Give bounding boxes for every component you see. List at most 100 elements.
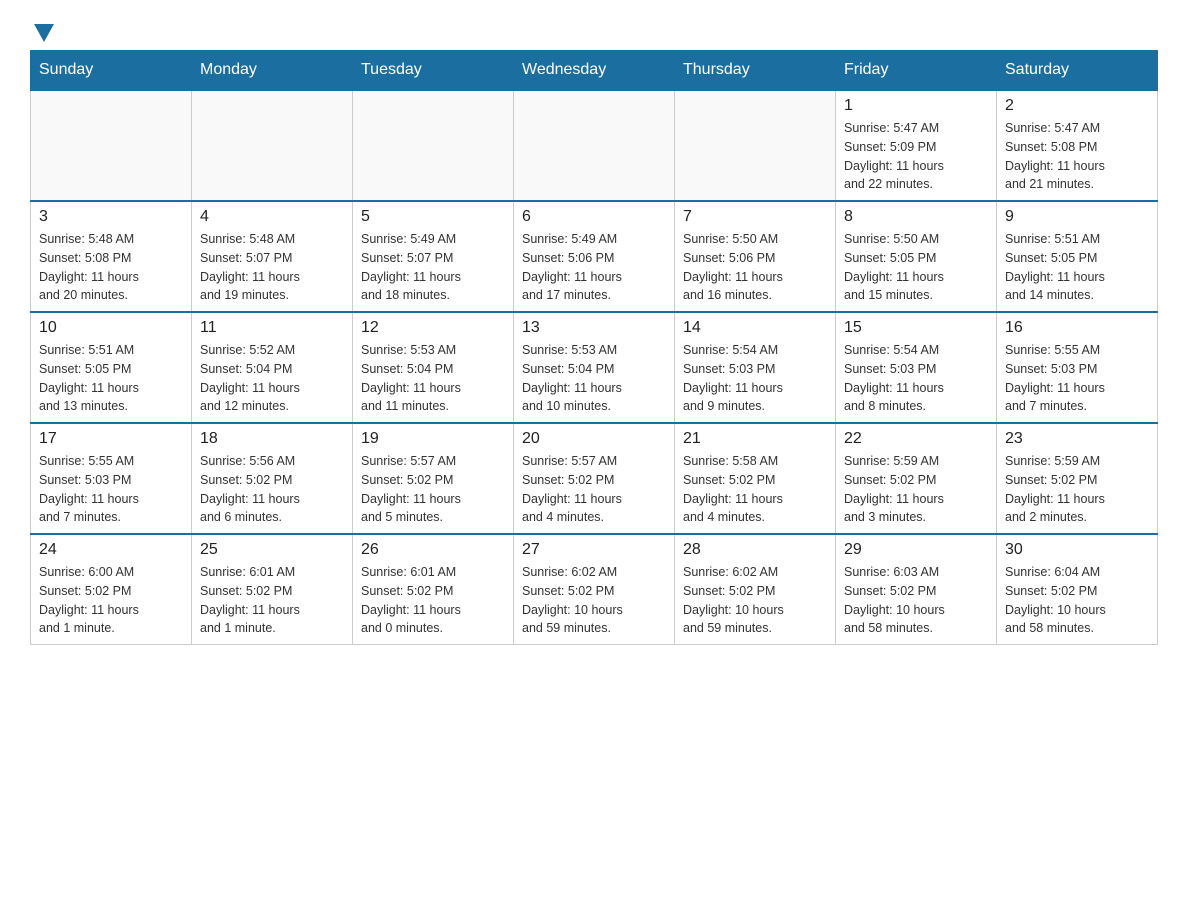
day-number: 11 [200,319,344,337]
day-info: Sunrise: 5:47 AM Sunset: 5:08 PM Dayligh… [1005,119,1149,194]
page-header [30,20,1158,40]
calendar-cell: 3 Sunrise: 5:48 AM Sunset: 5:08 PM Daylig… [31,201,192,312]
day-info: Sunrise: 5:53 AM Sunset: 5:04 PM Dayligh… [522,341,666,416]
day-info: Sunrise: 6:02 AM Sunset: 5:02 PM Dayligh… [522,563,666,638]
calendar-cell: 23 Sunrise: 5:59 AM Sunset: 5:02 PM Dayli… [997,423,1158,534]
day-number: 7 [683,208,827,226]
day-number: 26 [361,541,505,559]
calendar-cell: 27 Sunrise: 6:02 AM Sunset: 5:02 PM Dayli… [514,534,675,645]
day-info: Sunrise: 5:55 AM Sunset: 5:03 PM Dayligh… [39,452,183,527]
weekday-header-row: SundayMondayTuesdayWednesdayThursdayFrid… [31,51,1158,91]
calendar-cell: 8 Sunrise: 5:50 AM Sunset: 5:05 PM Daylig… [836,201,997,312]
day-number: 19 [361,430,505,448]
day-info: Sunrise: 5:58 AM Sunset: 5:02 PM Dayligh… [683,452,827,527]
day-info: Sunrise: 5:50 AM Sunset: 5:06 PM Dayligh… [683,230,827,305]
day-info: Sunrise: 5:59 AM Sunset: 5:02 PM Dayligh… [844,452,988,527]
week-row-5: 24Sunrise: 6:00 AM Sunset: 5:02 PM Dayli… [31,534,1158,645]
day-info: Sunrise: 6:01 AM Sunset: 5:02 PM Dayligh… [200,563,344,638]
day-info: Sunrise: 6:02 AM Sunset: 5:02 PM Dayligh… [683,563,827,638]
calendar-cell: 19 Sunrise: 5:57 AM Sunset: 5:02 PM Dayli… [353,423,514,534]
calendar-cell: 1 Sunrise: 5:47 AM Sunset: 5:09 PM Daylig… [836,90,997,201]
day-number: 28 [683,541,827,559]
day-number: 3 [39,208,183,226]
logo-triangle-icon [34,24,54,42]
calendar-cell: 30 Sunrise: 6:04 AM Sunset: 5:02 PM Dayli… [997,534,1158,645]
day-info: Sunrise: 5:49 AM Sunset: 5:07 PM Dayligh… [361,230,505,305]
weekday-header-friday: Friday [836,51,997,91]
calendar-cell: 26 Sunrise: 6:01 AM Sunset: 5:02 PM Dayli… [353,534,514,645]
calendar-cell: 22 Sunrise: 5:59 AM Sunset: 5:02 PM Dayli… [836,423,997,534]
day-number: 2 [1005,97,1149,115]
calendar-cell: 6 Sunrise: 5:49 AM Sunset: 5:06 PM Daylig… [514,201,675,312]
day-info: Sunrise: 5:48 AM Sunset: 5:08 PM Dayligh… [39,230,183,305]
day-info: Sunrise: 6:03 AM Sunset: 5:02 PM Dayligh… [844,563,988,638]
calendar-cell: 7 Sunrise: 5:50 AM Sunset: 5:06 PM Daylig… [675,201,836,312]
day-info: Sunrise: 5:57 AM Sunset: 5:02 PM Dayligh… [361,452,505,527]
weekday-header-tuesday: Tuesday [353,51,514,91]
calendar-cell: 20 Sunrise: 5:57 AM Sunset: 5:02 PM Dayli… [514,423,675,534]
day-number: 1 [844,97,988,115]
calendar-cell [514,90,675,201]
day-number: 29 [844,541,988,559]
calendar-cell [675,90,836,201]
calendar-cell: 13 Sunrise: 5:53 AM Sunset: 5:04 PM Dayli… [514,312,675,423]
day-info: Sunrise: 6:04 AM Sunset: 5:02 PM Dayligh… [1005,563,1149,638]
week-row-3: 10 Sunrise: 5:51 AM Sunset: 5:05 PM Dayli… [31,312,1158,423]
day-info: Sunrise: 5:53 AM Sunset: 5:04 PM Dayligh… [361,341,505,416]
calendar-table: SundayMondayTuesdayWednesdayThursdayFrid… [30,50,1158,645]
day-info: Sunrise: 5:59 AM Sunset: 5:02 PM Dayligh… [1005,452,1149,527]
calendar-cell [31,90,192,201]
calendar-cell: 25Sunrise: 6:01 AM Sunset: 5:02 PM Dayli… [192,534,353,645]
day-info: Sunrise: 5:49 AM Sunset: 5:06 PM Dayligh… [522,230,666,305]
day-info: Sunrise: 5:54 AM Sunset: 5:03 PM Dayligh… [683,341,827,416]
day-info: Sunrise: 5:47 AM Sunset: 5:09 PM Dayligh… [844,119,988,194]
day-info: Sunrise: 5:51 AM Sunset: 5:05 PM Dayligh… [39,341,183,416]
calendar-cell: 21 Sunrise: 5:58 AM Sunset: 5:02 PM Dayli… [675,423,836,534]
week-row-1: 1 Sunrise: 5:47 AM Sunset: 5:09 PM Daylig… [31,90,1158,201]
day-number: 9 [1005,208,1149,226]
calendar-cell: 28 Sunrise: 6:02 AM Sunset: 5:02 PM Dayli… [675,534,836,645]
day-number: 5 [361,208,505,226]
day-number: 20 [522,430,666,448]
day-number: 21 [683,430,827,448]
calendar-cell: 9 Sunrise: 5:51 AM Sunset: 5:05 PM Daylig… [997,201,1158,312]
day-info: Sunrise: 5:52 AM Sunset: 5:04 PM Dayligh… [200,341,344,416]
day-number: 12 [361,319,505,337]
day-number: 27 [522,541,666,559]
calendar-cell: 18 Sunrise: 5:56 AM Sunset: 5:02 PM Dayli… [192,423,353,534]
day-number: 23 [1005,430,1149,448]
calendar-cell: 24Sunrise: 6:00 AM Sunset: 5:02 PM Dayli… [31,534,192,645]
calendar-cell: 4Sunrise: 5:48 AM Sunset: 5:07 PM Daylig… [192,201,353,312]
day-number: 22 [844,430,988,448]
day-info: Sunrise: 5:56 AM Sunset: 5:02 PM Dayligh… [200,452,344,527]
calendar-header: SundayMondayTuesdayWednesdayThursdayFrid… [31,51,1158,91]
calendar-cell: 10 Sunrise: 5:51 AM Sunset: 5:05 PM Dayli… [31,312,192,423]
day-info: Sunrise: 5:50 AM Sunset: 5:05 PM Dayligh… [844,230,988,305]
weekday-header-thursday: Thursday [675,51,836,91]
calendar-cell [353,90,514,201]
day-info: Sunrise: 5:51 AM Sunset: 5:05 PM Dayligh… [1005,230,1149,305]
day-info: Sunrise: 5:57 AM Sunset: 5:02 PM Dayligh… [522,452,666,527]
day-number: 18 [200,430,344,448]
calendar-cell: 29 Sunrise: 6:03 AM Sunset: 5:02 PM Dayli… [836,534,997,645]
day-number: 13 [522,319,666,337]
day-number: 8 [844,208,988,226]
day-info: Sunrise: 6:01 AM Sunset: 5:02 PM Dayligh… [361,563,505,638]
calendar-body: 1 Sunrise: 5:47 AM Sunset: 5:09 PM Daylig… [31,90,1158,645]
weekday-header-monday: Monday [192,51,353,91]
weekday-header-saturday: Saturday [997,51,1158,91]
calendar-cell: 11 Sunrise: 5:52 AM Sunset: 5:04 PM Dayli… [192,312,353,423]
calendar-cell: 5 Sunrise: 5:49 AM Sunset: 5:07 PM Daylig… [353,201,514,312]
day-number: 14 [683,319,827,337]
week-row-2: 3 Sunrise: 5:48 AM Sunset: 5:08 PM Daylig… [31,201,1158,312]
calendar-cell: 16Sunrise: 5:55 AM Sunset: 5:03 PM Dayli… [997,312,1158,423]
calendar-cell [192,90,353,201]
day-number: 10 [39,319,183,337]
day-info: Sunrise: 5:54 AM Sunset: 5:03 PM Dayligh… [844,341,988,416]
day-number: 16 [1005,319,1149,337]
day-number: 4 [200,208,344,226]
day-number: 30 [1005,541,1149,559]
day-number: 6 [522,208,666,226]
calendar-cell: 14 Sunrise: 5:54 AM Sunset: 5:03 PM Dayli… [675,312,836,423]
week-row-4: 17Sunrise: 5:55 AM Sunset: 5:03 PM Dayli… [31,423,1158,534]
